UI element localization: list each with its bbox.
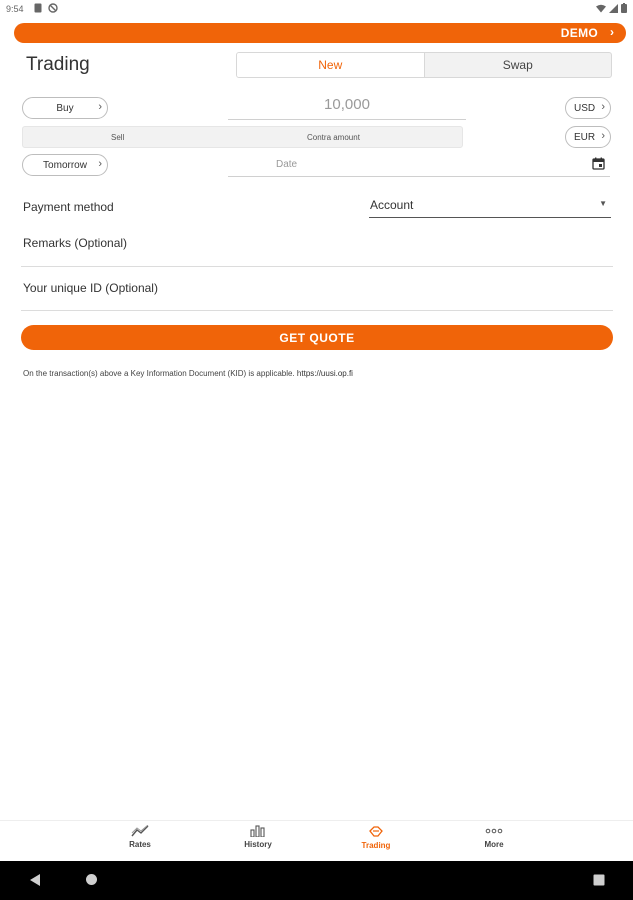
tab-swap[interactable]: Swap [425,53,612,77]
dropdown-arrow-icon: ▼ [599,199,607,208]
date-placeholder: Date [276,159,298,170]
nav-item-trading[interactable]: Trading [336,825,416,850]
value-date-label: Tomorrow [43,159,87,171]
kid-note-text: On the transaction(s) above a Key Inform… [23,369,295,378]
chevron-right-icon: › [601,130,605,142]
contra-amount-label: Contra amount [307,133,360,142]
signal-icon [609,3,618,13]
status-bar: 9:54 [0,0,633,18]
battery-icon [621,3,627,13]
sell-currency-label: EUR [574,131,596,143]
nav-label-history: History [244,840,272,849]
chevron-right-icon: › [610,25,614,39]
status-icons [596,3,627,13]
do-not-disturb-icon [48,3,58,15]
kid-link[interactable]: https://uusi.op.fi [297,369,353,378]
chevron-right-icon: › [98,158,102,170]
back-icon[interactable] [29,873,41,892]
payment-method-value: Account [370,198,414,212]
bottom-nav: Rates History Trading More [0,820,633,861]
buy-currency-selector[interactable]: USD › [565,97,611,119]
get-quote-button[interactable]: GET QUOTE [21,325,613,350]
rates-icon [131,825,149,837]
divider [21,266,613,267]
trading-icon [369,826,383,837]
direction-selector[interactable]: Buy › [22,97,108,119]
amount-input[interactable]: 10,000 [228,94,466,120]
nav-label-more: More [484,840,504,849]
home-icon[interactable] [85,873,98,891]
trade-type-tabs: New Swap [236,52,612,78]
demo-banner[interactable]: DEMO › [14,23,626,43]
nav-item-more[interactable]: More [454,825,534,849]
chevron-right-icon: › [98,101,102,113]
nav-item-rates[interactable]: Rates [100,825,180,849]
sim-card-icon [34,3,42,15]
unique-id-field[interactable]: Your unique ID (Optional) [23,281,158,295]
value-date-selector[interactable]: Tomorrow › [22,154,108,176]
direction-label: Buy [56,102,74,114]
wifi-icon [596,4,606,12]
system-navigation-bar [0,861,633,900]
sell-currency-selector[interactable]: EUR › [565,126,611,148]
status-time: 9:54 [6,4,24,14]
buy-currency-label: USD [574,102,596,114]
payment-method-select[interactable]: Account ▼ [369,195,611,218]
demo-label: DEMO [560,26,598,40]
sell-label: Sell [111,133,125,142]
more-icon [485,828,503,834]
date-field[interactable]: Date [228,153,610,177]
nav-label-trading: Trading [361,841,391,850]
divider [21,310,613,311]
remarks-field[interactable]: Remarks (Optional) [23,236,127,250]
page-title: Trading [26,54,90,75]
calendar-icon[interactable] [592,157,605,173]
chevron-right-icon: › [601,101,605,113]
recents-icon[interactable] [593,873,605,891]
tab-new[interactable]: New [237,53,425,77]
nav-label-rates: Rates [129,840,151,849]
payment-method-label: Payment method [23,200,114,214]
nav-item-history[interactable]: History [218,825,298,849]
history-icon [250,825,265,837]
kid-note: On the transaction(s) above a Key Inform… [23,369,353,378]
contra-amount-row: Sell Contra amount [22,126,463,148]
